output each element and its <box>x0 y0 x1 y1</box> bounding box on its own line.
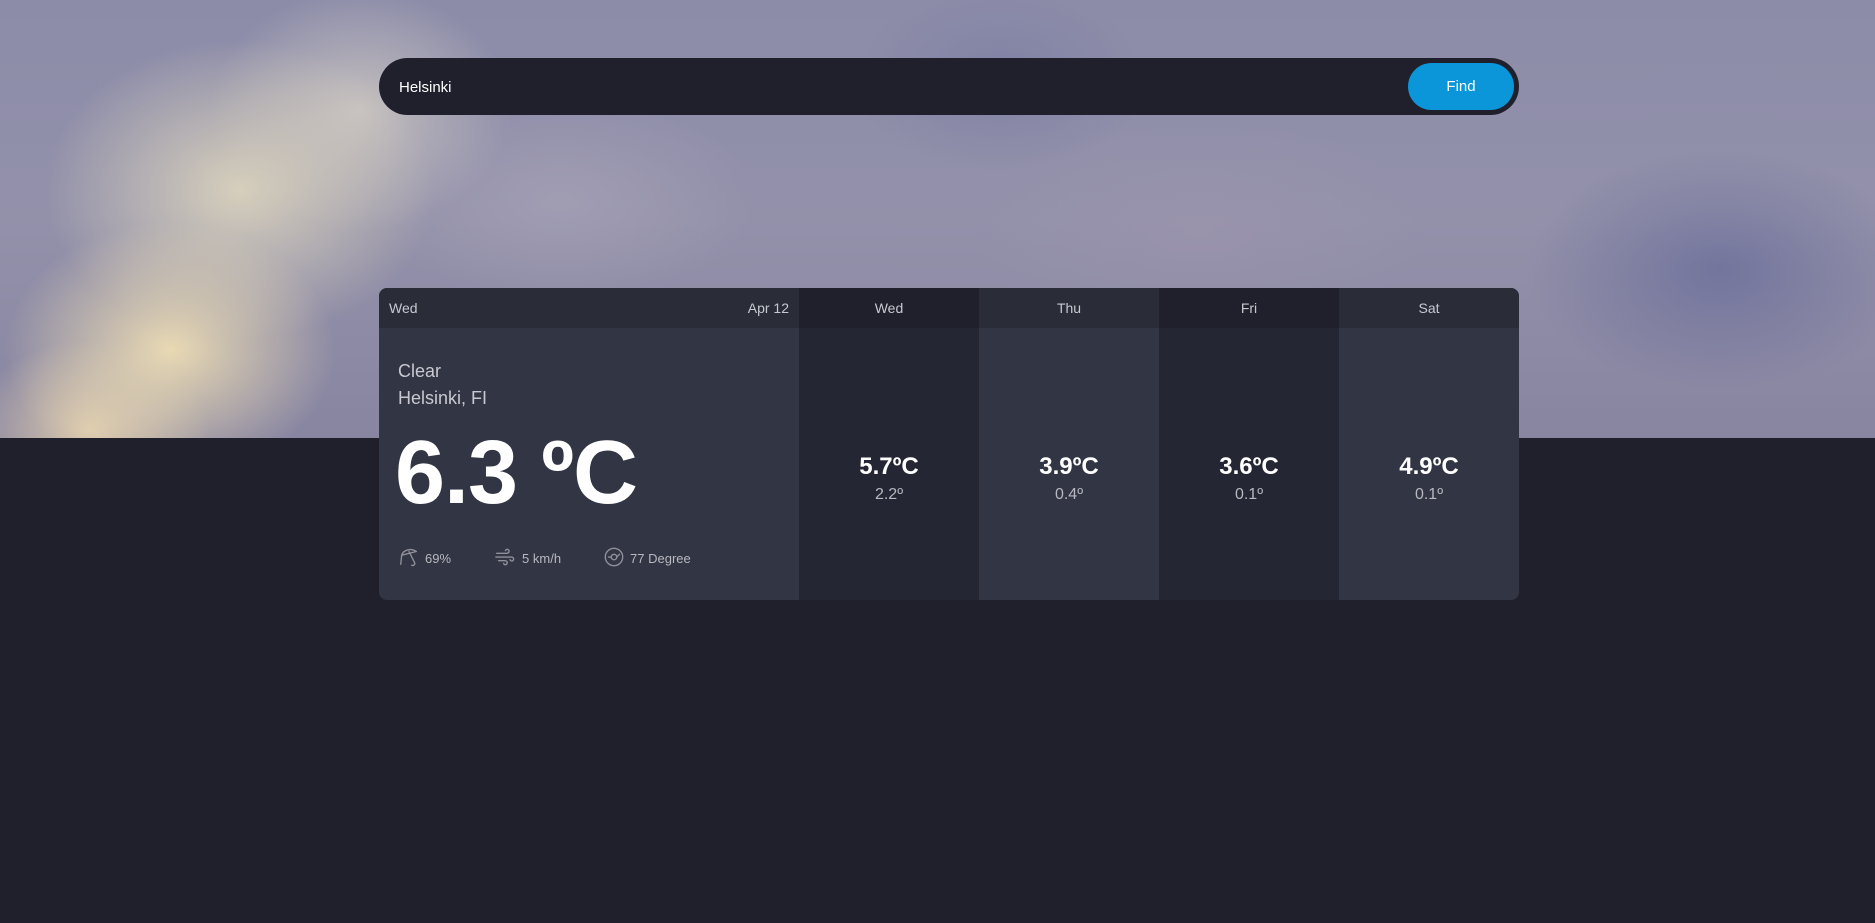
forecast-day: Fri 3.6ºC 0.1º <box>1159 288 1339 600</box>
weather-stats: 69% 5 km/h 77 Degree <box>398 546 733 571</box>
wind-direction-value: 77 Degree <box>630 551 691 566</box>
humidity-value: 69% <box>425 551 452 566</box>
forecast-day-name: Fri <box>1159 288 1339 328</box>
wind-direction-stat: 77 Degree <box>603 546 691 571</box>
forecast-max-temp: 4.9ºC <box>1399 453 1459 480</box>
humidity-stat: 69% <box>398 546 451 571</box>
wind-icon <box>493 546 522 571</box>
forecast-day-name: Thu <box>979 288 1159 328</box>
forecast-day-name: Sat <box>1339 288 1519 328</box>
wind-stat: 5 km/h <box>493 546 561 571</box>
today-header: Wed Apr 12 <box>379 288 799 328</box>
forecast-day: Thu 3.9ºC 0.4º <box>979 288 1159 600</box>
wind-value: 5 km/h <box>522 551 562 566</box>
forecast-max-temp: 5.7ºC <box>859 453 919 480</box>
city-search-input[interactable] <box>397 66 1381 109</box>
forecast-max-temp: 3.9ºC <box>1039 453 1099 480</box>
forecast-max-temp: 3.6ºC <box>1219 453 1279 480</box>
find-button[interactable]: Find <box>1408 63 1514 110</box>
search-bar: Find <box>379 58 1519 115</box>
umbrella-icon <box>398 546 425 571</box>
weather-condition: Clear <box>398 361 442 381</box>
forecast-min-temp: 0.1º <box>1234 486 1264 503</box>
forecast-min-temp: 2.2º <box>874 486 904 503</box>
forecast-min-temp: 0.4º <box>1054 486 1084 503</box>
today-day: Wed <box>389 300 418 316</box>
location-name: Helsinki, FI <box>398 388 488 408</box>
current-temperature: 6.3 ºC <box>395 423 638 523</box>
today-date: Apr 12 <box>747 300 789 316</box>
weather-card: Wed Apr 12 Clear Helsinki, FI 6.3 ºC 69% <box>379 288 1519 600</box>
forecast-day-name: Wed <box>799 288 979 328</box>
forecast-day: Sat 4.9ºC 0.1º <box>1339 288 1519 600</box>
today-panel: Wed Apr 12 Clear Helsinki, FI 6.3 ºC 69% <box>379 288 799 600</box>
compass-icon <box>603 546 630 571</box>
forecast-day: Wed 5.7ºC 2.2º <box>799 288 979 600</box>
forecast-min-temp: 0.1º <box>1414 486 1444 503</box>
